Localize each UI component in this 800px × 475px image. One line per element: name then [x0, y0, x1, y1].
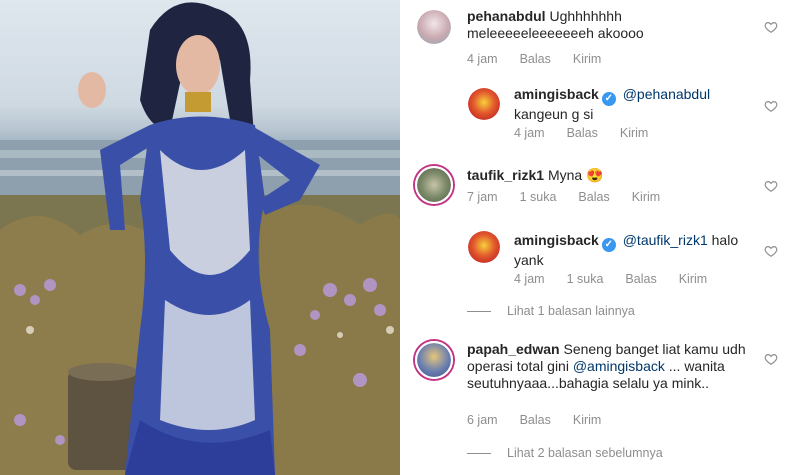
comment-username[interactable]: amingisback	[514, 86, 599, 102]
mention-link[interactable]: @pehanabdul	[623, 86, 710, 102]
like-heart-icon[interactable]	[764, 20, 778, 34]
comment-text: kangeun g si	[514, 106, 594, 122]
send-button[interactable]: Kirim	[573, 413, 601, 427]
mention-link[interactable]: @amingisback	[573, 358, 665, 374]
view-more-replies[interactable]: Lihat 2 balasan sebelumnya	[467, 446, 663, 460]
verified-badge-icon: ✓	[601, 92, 616, 106]
avatar[interactable]	[466, 86, 502, 122]
reply-button[interactable]: Balas	[578, 190, 609, 204]
view-more-label[interactable]: Lihat 2 balasan sebelumnya	[507, 446, 663, 460]
comment-text: Myna	[547, 167, 583, 183]
comment-username[interactable]: taufik_rizk1	[467, 167, 544, 183]
view-more-replies[interactable]: Lihat 1 balasan lainnya	[467, 304, 635, 318]
avatar[interactable]	[415, 8, 453, 46]
send-button[interactable]: Kirim	[620, 126, 648, 140]
comment-time[interactable]: 4 jam	[514, 126, 545, 140]
comment-username[interactable]: amingisback	[514, 232, 599, 248]
mention-link[interactable]: @taufik_rizk1	[623, 232, 708, 248]
comment-time[interactable]: 7 jam	[467, 190, 498, 204]
comment-time[interactable]: 4 jam	[514, 272, 545, 286]
avatar[interactable]	[415, 166, 453, 204]
post-photo-illustration	[0, 2, 400, 475]
comment-username[interactable]: pehanabdul	[467, 8, 546, 24]
avatar[interactable]	[466, 229, 502, 265]
send-button[interactable]: Kirim	[679, 272, 707, 286]
like-heart-icon[interactable]	[764, 179, 778, 193]
divider-line	[467, 452, 491, 454]
like-count[interactable]: 1 suka	[520, 190, 557, 204]
like-heart-icon[interactable]	[764, 244, 778, 258]
reply-button[interactable]: Balas	[625, 272, 656, 286]
send-button[interactable]: Kirim	[573, 52, 601, 66]
like-heart-icon[interactable]	[764, 352, 778, 366]
view-more-label[interactable]: Lihat 1 balasan lainnya	[507, 304, 635, 318]
comment-username[interactable]: papah_edwan	[467, 341, 560, 357]
post-photo	[0, 0, 400, 475]
verified-badge-icon: ✓	[601, 238, 616, 252]
like-count[interactable]: 1 suka	[567, 272, 604, 286]
comment-time[interactable]: 6 jam	[467, 413, 498, 427]
send-button[interactable]: Kirim	[632, 190, 660, 204]
reply-button[interactable]: Balas	[520, 413, 551, 427]
like-heart-icon[interactable]	[764, 99, 778, 113]
reply-button[interactable]: Balas	[567, 126, 598, 140]
reply-button[interactable]: Balas	[520, 52, 551, 66]
heart-eyes-emoji: 😍	[586, 167, 604, 183]
avatar[interactable]	[415, 341, 453, 379]
divider-line	[467, 310, 491, 312]
comments-panel: pehanabdul Ughhhhhhh meleeeeeleeeeeeeh a…	[400, 0, 800, 475]
comment-time[interactable]: 4 jam	[467, 52, 498, 66]
